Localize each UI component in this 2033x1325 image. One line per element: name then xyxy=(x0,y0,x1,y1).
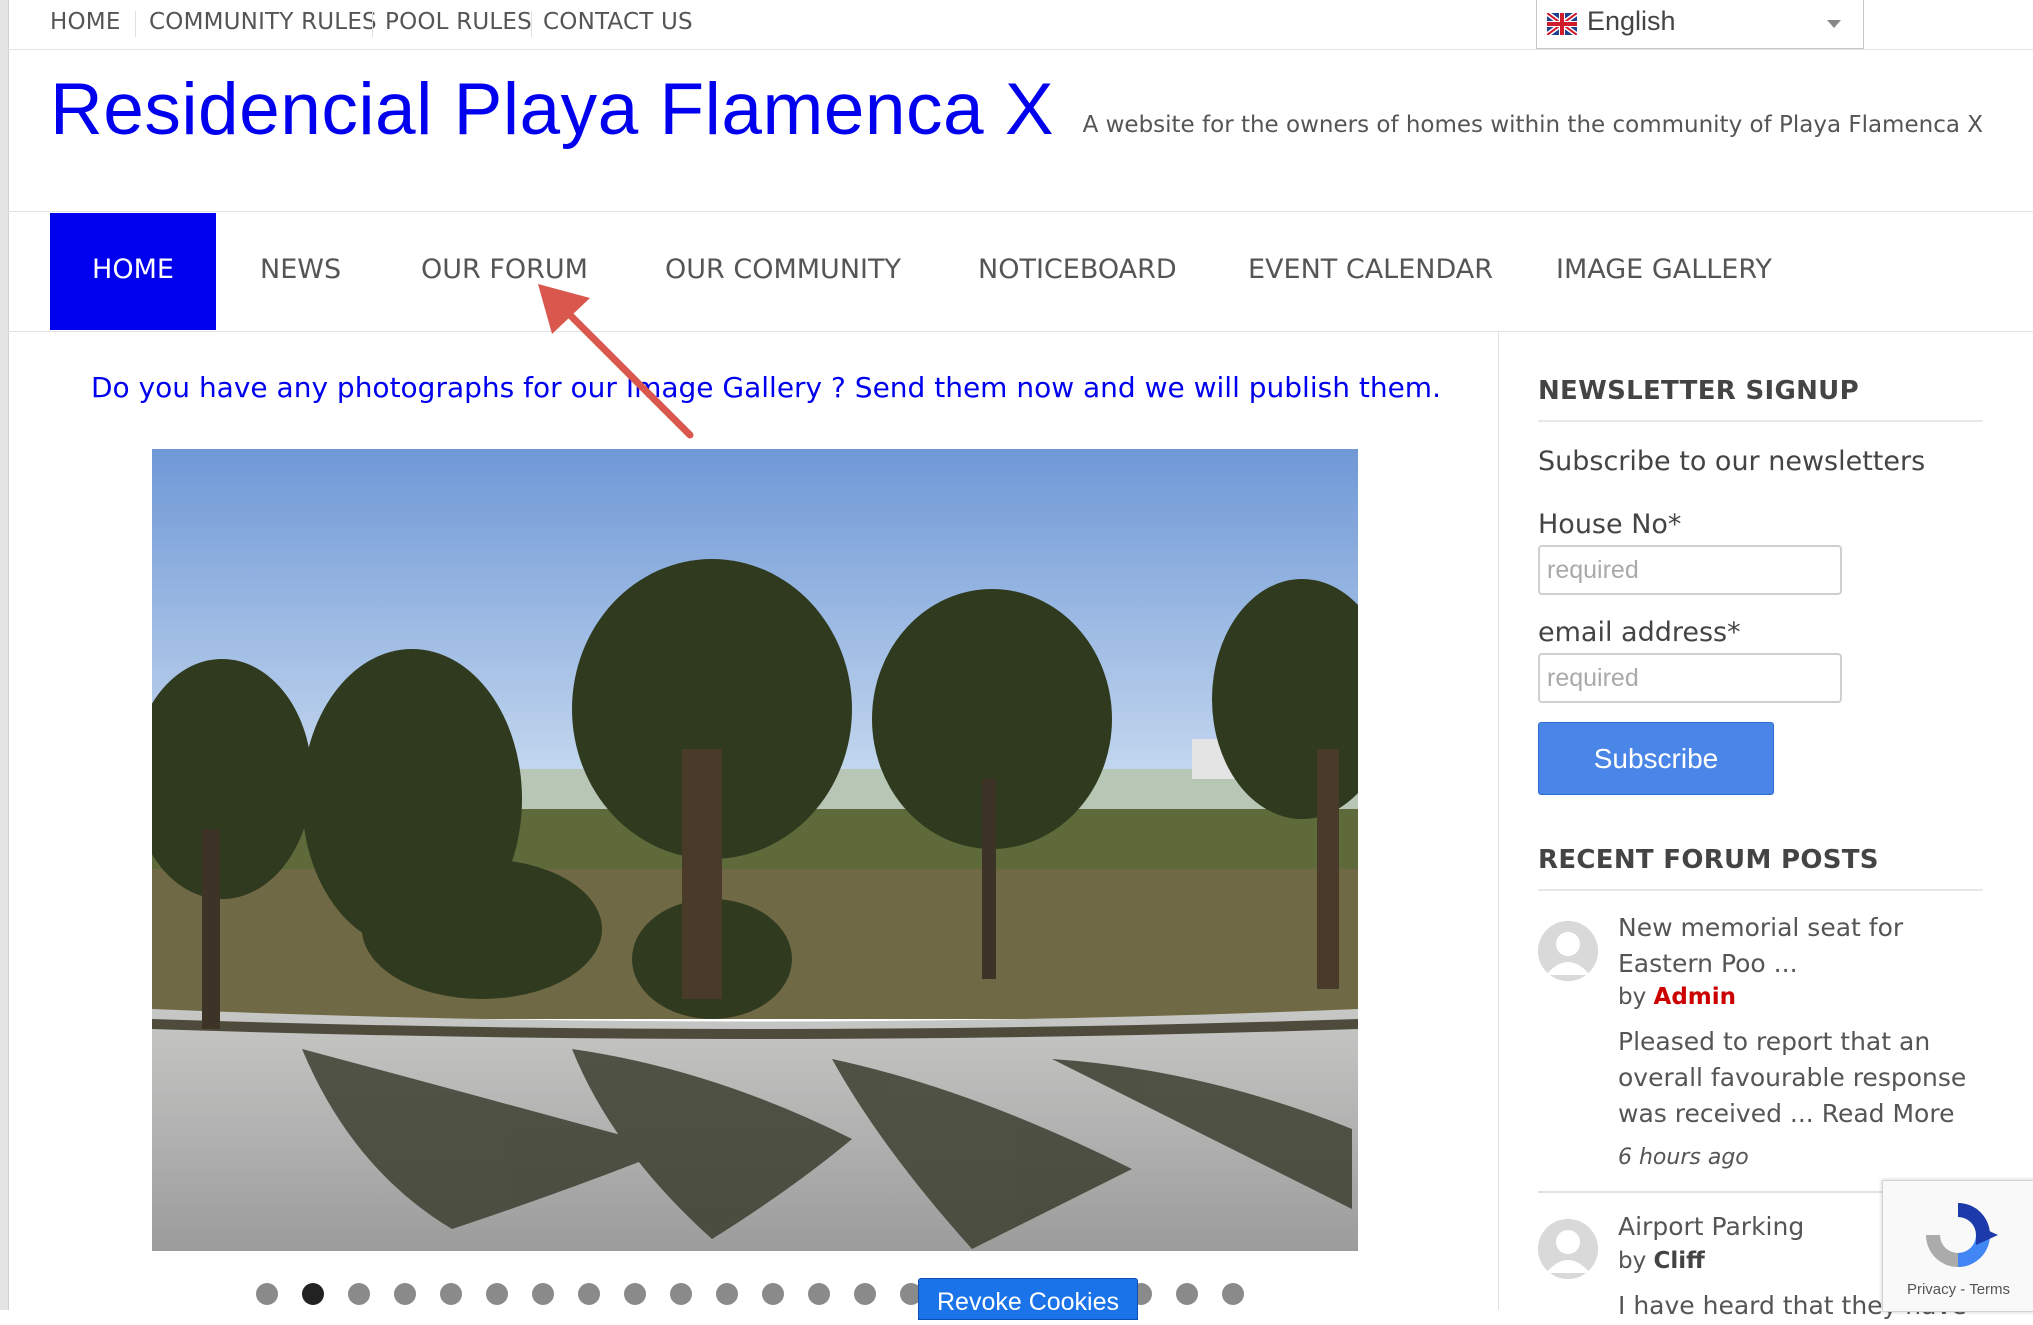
forum-title-rule xyxy=(1538,889,1983,891)
newsletter-title: NEWSLETTER SIGNUP xyxy=(1538,376,1859,406)
forum-post-title[interactable]: New memorial seat for Eastern Poo ... xyxy=(1618,910,1993,982)
top-nav-pool-rules[interactable]: POOL RULES xyxy=(385,9,532,35)
forum-post-excerpt: Pleased to report that an overall favour… xyxy=(1618,1024,2003,1132)
forum-post-by-label: by xyxy=(1618,984,1647,1010)
forum-post-author[interactable]: Admin xyxy=(1654,984,1737,1010)
forum-post-byline: by Cliff xyxy=(1618,1248,1705,1274)
slider-dot[interactable] xyxy=(808,1283,830,1305)
recent-forum-posts-title: RECENT FORUM POSTS xyxy=(1538,845,1879,875)
top-nav-contact-us[interactable]: CONTACT US xyxy=(543,9,693,35)
slider-dot[interactable] xyxy=(762,1283,784,1305)
read-more-link[interactable]: Read More xyxy=(1822,1099,1955,1128)
site-title[interactable]: Residencial Playa Flamenca X xyxy=(50,68,1054,151)
language-select-value: English xyxy=(1587,6,1676,36)
recaptcha-icon xyxy=(1926,1203,1998,1267)
language-select[interactable]: English xyxy=(1536,0,1864,49)
forum-post-by-label: by xyxy=(1618,1248,1647,1274)
slider-dot-active[interactable] xyxy=(302,1283,324,1305)
slider-dot[interactable] xyxy=(578,1283,600,1305)
nav-item-event-calendar[interactable]: EVENT CALENDAR xyxy=(1248,254,1493,285)
nav-item-noticeboard[interactable]: NOTICEBOARD xyxy=(978,254,1177,285)
top-nav-separator xyxy=(372,11,373,37)
email-input[interactable]: required xyxy=(1538,653,1842,703)
nav-item-home[interactable]: HOME xyxy=(50,213,216,330)
top-nav-separator xyxy=(531,11,532,37)
slider-dot[interactable] xyxy=(716,1283,738,1305)
slider-dot[interactable] xyxy=(348,1283,370,1305)
house-no-placeholder: required xyxy=(1547,556,1639,584)
sidebar-divider xyxy=(1498,331,1499,1310)
slider-dot[interactable] xyxy=(1222,1283,1244,1305)
recaptcha-links: Privacy - Terms xyxy=(1883,1281,2033,1298)
top-nav-separator xyxy=(135,11,136,37)
slider-dot[interactable] xyxy=(394,1283,416,1305)
subscribe-button[interactable]: Subscribe xyxy=(1538,722,1774,795)
avatar xyxy=(1538,1219,1598,1279)
top-nav-community-rules[interactable]: COMMUNITY RULES xyxy=(149,9,377,35)
user-icon xyxy=(1538,921,1598,981)
house-no-input[interactable]: required xyxy=(1538,545,1842,595)
revoke-cookies-button[interactable]: Revoke Cookies xyxy=(918,1278,1138,1320)
recaptcha-terms-link[interactable]: Terms xyxy=(1969,1281,2010,1298)
house-no-label: House No* xyxy=(1538,509,1682,540)
recaptcha-privacy-link[interactable]: Privacy xyxy=(1907,1281,1956,1298)
email-placeholder: required xyxy=(1547,664,1639,692)
forum-post-author[interactable]: Cliff xyxy=(1654,1248,1705,1274)
browser-left-edge xyxy=(0,0,9,1310)
newsletter-intro: Subscribe to our newsletters xyxy=(1538,446,1926,477)
newsletter-title-rule xyxy=(1538,420,1983,422)
annotation-arrow-icon xyxy=(538,284,694,439)
recaptcha-separator: - xyxy=(1956,1281,1970,1298)
slider-dot[interactable] xyxy=(486,1283,508,1305)
slider-dot[interactable] xyxy=(256,1283,278,1305)
forum-post-byline: by Admin xyxy=(1618,984,1736,1010)
nav-item-news[interactable]: NEWS xyxy=(260,254,341,285)
site-tagline: A website for the owners of homes within… xyxy=(1082,112,1983,138)
email-label: email address* xyxy=(1538,617,1741,648)
gallery-promo-link[interactable]: Do you have any photographs for our Imag… xyxy=(0,371,1532,404)
slider-dot[interactable] xyxy=(440,1283,462,1305)
chevron-down-icon xyxy=(1827,20,1841,28)
slider-photo xyxy=(152,449,1358,1251)
slider-dot[interactable] xyxy=(624,1283,646,1305)
main-nav: HOME NEWS OUR FORUM OUR COMMUNITY NOTICE… xyxy=(8,211,2033,332)
uk-flag-icon xyxy=(1547,13,1577,35)
user-icon xyxy=(1538,1219,1598,1279)
slider-dot[interactable] xyxy=(1176,1283,1198,1305)
nav-item-image-gallery[interactable]: IMAGE GALLERY xyxy=(1556,254,1772,285)
avatar xyxy=(1538,921,1598,981)
forum-post-time: 6 hours ago xyxy=(1618,1145,1749,1170)
recaptcha-badge[interactable]: Privacy - Terms xyxy=(1882,1180,2033,1312)
slider-dot[interactable] xyxy=(532,1283,554,1305)
image-slider[interactable] xyxy=(152,449,1358,1251)
slider-dot[interactable] xyxy=(670,1283,692,1305)
nav-item-home-label: HOME xyxy=(92,254,174,285)
top-nav-home[interactable]: HOME xyxy=(50,9,121,35)
slider-dot[interactable] xyxy=(854,1283,876,1305)
